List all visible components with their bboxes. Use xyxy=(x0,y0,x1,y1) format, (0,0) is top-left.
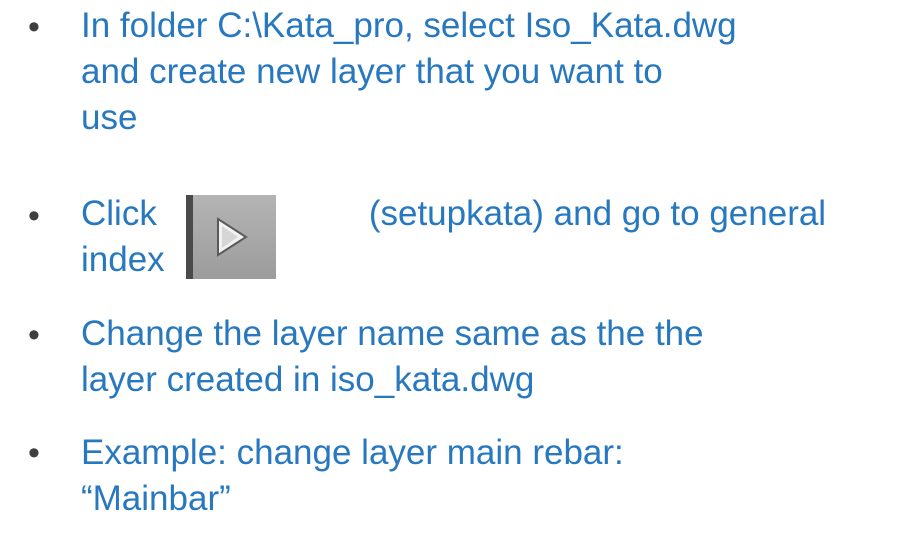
click-word: Click xyxy=(81,194,157,233)
text-line: layer created in iso_kata.dwg xyxy=(81,360,535,399)
list-item-text: Change the layer name same as the the la… xyxy=(81,311,896,403)
text-line: Change the layer name same as the the xyxy=(81,314,704,353)
play-arrow-icon xyxy=(217,217,248,257)
icon-edge xyxy=(186,195,193,279)
bullet: • xyxy=(28,197,40,235)
bullet: • xyxy=(28,434,40,472)
text-line: In folder C:\Kata_pro, select Iso_Kata.d… xyxy=(81,6,737,45)
bullet: • xyxy=(28,8,40,46)
bullet-list: • In folder C:\Kata_pro, select Iso_Kata… xyxy=(0,0,899,538)
list-item-text: Example: change layer main rebar: “Mainb… xyxy=(81,430,896,522)
setupkata-description: (setupkata) and go to general xyxy=(368,194,827,233)
list-item-text: In folder C:\Kata_pro, select Iso_Kata.d… xyxy=(81,3,896,141)
text-line: and create new layer that you want to xyxy=(81,52,663,91)
text-line: Example: change layer main rebar: xyxy=(81,433,624,472)
text-line: “Mainbar” xyxy=(81,479,231,518)
bullet: • xyxy=(28,316,40,354)
setupkata-button[interactable] xyxy=(186,195,276,279)
text-line: use xyxy=(81,98,138,137)
